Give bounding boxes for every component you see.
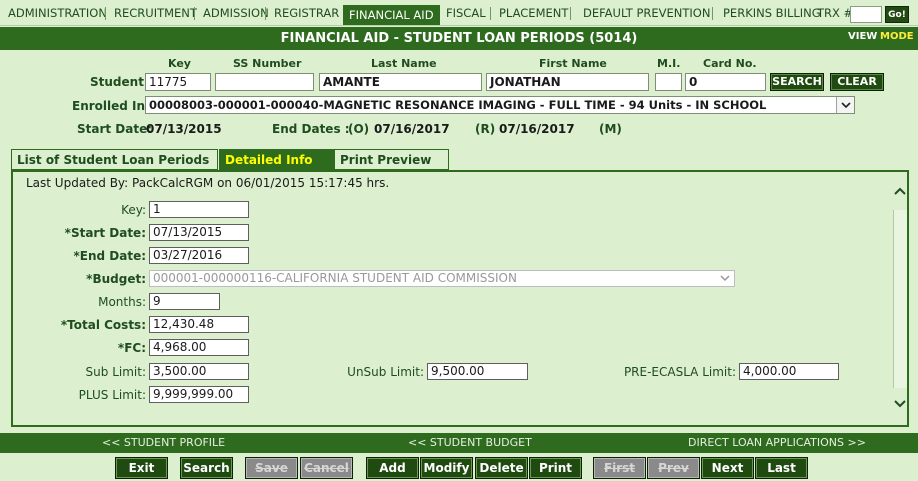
end-date-o-value: 07/16/2017 (374, 122, 450, 136)
fc-label: *FC: (117, 341, 146, 355)
end-date-r-value: 07/16/2017 (499, 122, 575, 136)
nav-recruitment[interactable]: RECRUITMENT (114, 5, 197, 22)
add-button[interactable]: Add (366, 457, 419, 479)
plus-limit-label: PLUS Limit: (78, 388, 146, 402)
ssn-header: SS Number (233, 57, 302, 70)
save-button[interactable]: Save (245, 457, 298, 479)
budget-select[interactable]: 000001-000000116-CALIFORNIA STUDENT AID … (149, 270, 735, 287)
nav-fiscal[interactable]: FISCAL (446, 5, 486, 22)
nav-divider (265, 7, 266, 20)
end-date-r-label: (R) (475, 122, 496, 136)
delete-button[interactable]: Delete (475, 457, 528, 479)
cancel-button[interactable]: Cancel (300, 457, 353, 479)
mi-input[interactable] (655, 73, 682, 91)
first-name-header: First Name (539, 57, 607, 70)
student-budget-link[interactable]: << STUDENT BUDGET (408, 433, 532, 453)
student-label: Student: (90, 75, 149, 89)
end-date-m-label: (M) (599, 122, 622, 136)
student-key-input[interactable]: 11775 (145, 73, 211, 91)
chevron-down-icon[interactable] (836, 97, 854, 113)
key-field[interactable]: 1 (149, 201, 249, 218)
unsub-limit-field[interactable]: 9,500.00 (427, 363, 528, 380)
first-name-input[interactable]: JONATHAN (486, 73, 649, 91)
enrolled-in-label: Enrolled In: (72, 99, 150, 113)
first-button[interactable]: First (593, 457, 646, 479)
next-button[interactable]: Next (701, 457, 754, 479)
scroll-up-icon[interactable] (893, 184, 907, 198)
student-profile-link[interactable]: << STUDENT PROFILE (102, 433, 225, 453)
start-date-field-label: *Start Date: (64, 226, 146, 240)
clear-button[interactable]: CLEAR (830, 73, 884, 91)
nav-divider (105, 7, 106, 20)
mode-label: MODE (880, 31, 914, 42)
nav-divider (570, 7, 571, 20)
start-date-field[interactable]: 07/13/2015 (149, 224, 249, 241)
nav-administration[interactable]: ADMINISTRATION (8, 5, 107, 22)
total-costs-field[interactable]: 12,430.48 (149, 316, 249, 333)
go-button[interactable]: Go! (885, 6, 909, 23)
months-label: Months: (98, 295, 146, 309)
tab-print-preview[interactable]: Print Preview (334, 149, 449, 170)
mode-view-label: VIEW (848, 31, 878, 42)
end-date-field[interactable]: 03/27/2016 (149, 247, 249, 264)
plus-limit-field[interactable]: 9,999,999.00 (149, 386, 249, 403)
sub-limit-field[interactable]: 3,500.00 (149, 363, 249, 380)
nav-admission[interactable]: ADMISSION (203, 5, 269, 22)
budget-label: *Budget: (86, 272, 146, 286)
tab-list-of-student-loan-periods[interactable]: List of Student Loan Periods (11, 149, 218, 170)
trx-input[interactable] (850, 6, 882, 23)
print-button[interactable]: Print (529, 457, 582, 479)
nav-divider (490, 7, 491, 20)
page-title: FINANCIAL AID - STUDENT LOAN PERIODS (50… (280, 31, 638, 46)
nav-registrar[interactable]: REGISTRAR (274, 5, 339, 22)
months-field[interactable]: 9 (149, 293, 220, 310)
direct-loan-applications-link[interactable]: DIRECT LOAN APPLICATIONS >> (688, 433, 866, 453)
end-date-o-label: (O) (348, 122, 370, 136)
nav-divider (712, 7, 713, 20)
card-no-header: Card No. (703, 57, 757, 70)
last-updated-text: Last Updated By: PackCalcRGM on 06/01/20… (26, 176, 390, 190)
exit-button[interactable]: Exit (115, 457, 168, 479)
scrollbar-track[interactable] (893, 210, 907, 388)
tab-detailed-info[interactable]: Detailed Info (219, 149, 334, 170)
search-button[interactable]: SEARCH (770, 73, 824, 91)
sub-limit-label: Sub Limit: (85, 365, 146, 379)
ssn-input[interactable] (215, 73, 314, 91)
total-costs-label: *Total Costs: (60, 318, 146, 332)
modify-button[interactable]: Modify (420, 457, 473, 479)
start-date-value: 07/13/2015 (146, 122, 222, 136)
scroll-down-icon[interactable] (893, 397, 907, 411)
nav-divider (194, 7, 195, 20)
pre-ecasla-limit-label: PRE-ECASLA Limit: (623, 365, 736, 379)
budget-chevron-down-icon[interactable] (716, 271, 734, 286)
last-button[interactable]: Last (755, 457, 808, 479)
prev-button[interactable]: Prev (647, 457, 700, 479)
key-label: Key: (121, 203, 146, 217)
card-no-input[interactable]: 0 (685, 73, 766, 91)
end-date-field-label: *End Date: (73, 249, 146, 263)
search-action-button[interactable]: Search (180, 457, 233, 479)
nav-default-prevention[interactable]: DEFAULT PREVENTION (583, 5, 710, 22)
nav-perkins-billing[interactable]: PERKINS BILLING (723, 5, 821, 22)
key-header: Key (168, 57, 191, 70)
mi-header: M.I. (657, 57, 681, 70)
unsub-limit-label: UnSub Limit: (347, 365, 424, 379)
nav-placement[interactable]: PLACEMENT (499, 5, 568, 22)
end-dates-label: End Dates : (272, 122, 350, 136)
start-date-label: Start Date: (77, 122, 153, 136)
enrolled-in-select[interactable]: 00008003-000001-000040-MAGNETIC RESONANC… (145, 96, 855, 114)
last-name-input[interactable]: AMANTE (319, 73, 482, 91)
pre-ecasla-limit-field[interactable]: 4,000.00 (739, 363, 839, 380)
last-name-header: Last Name (371, 57, 437, 70)
nav-financial-aid[interactable]: FINANCIAL AID (343, 5, 440, 25)
fc-field[interactable]: 4,968.00 (149, 339, 249, 356)
